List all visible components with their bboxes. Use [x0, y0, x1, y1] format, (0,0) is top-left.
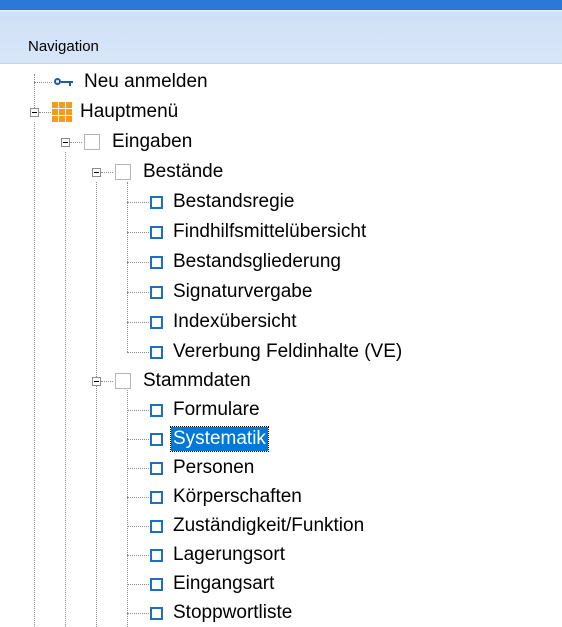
tree-line: [127, 202, 149, 203]
tree-item-lagerungsort[interactable]: Lagerungsort: [150, 541, 287, 569]
tree-item-stoppwortliste[interactable]: Stoppwortliste: [150, 599, 294, 627]
tree-line: [127, 497, 149, 498]
tree-item-label: Bestandsgliederung: [173, 251, 341, 272]
tree-item-label: Hauptmenü: [80, 101, 179, 122]
tree-item-eingangsart[interactable]: Eingangsart: [150, 570, 276, 598]
tree-item-vererbung-feldinhalte[interactable]: Vererbung Feldinhalte (VE): [150, 338, 404, 366]
collapse-toggle-bestaende[interactable]: [92, 168, 101, 177]
tree-item-signaturvergabe[interactable]: Signaturvergabe: [150, 278, 314, 306]
tree-line: [127, 390, 128, 627]
tree-line: [65, 152, 66, 627]
tree-item-label: Eingaben: [112, 131, 193, 152]
page-icon: [150, 195, 163, 209]
tree-item-neu-anmelden[interactable]: Neu anmelden: [54, 68, 210, 96]
tree-line: [101, 381, 113, 382]
tree-line: [39, 112, 51, 113]
page-icon: [150, 285, 163, 299]
tree-line: [70, 142, 82, 143]
tree-item-label: Körperschaften: [173, 486, 302, 507]
tree-item-label: Eingangsart: [173, 573, 275, 594]
tree-line: [127, 322, 149, 323]
page-icon: [150, 403, 163, 417]
tree-line: [127, 584, 149, 585]
tree-item-zustaendigkeit-funktion[interactable]: Zuständigkeit/Funktion: [150, 512, 366, 540]
tree-line: [127, 262, 149, 263]
tree-line: [127, 352, 149, 353]
tree-item-label: Lagerungsort: [173, 544, 285, 565]
tree-item-label: Findhilfsmittelübersicht: [173, 221, 367, 242]
folder-icon: [84, 134, 100, 150]
page-icon: [150, 461, 163, 475]
tree-line: [101, 172, 113, 173]
tree-line: [127, 410, 149, 411]
tree-line: [127, 526, 149, 527]
tree-item-bestaende[interactable]: Bestände: [115, 158, 225, 186]
panel-title: Navigation: [28, 38, 99, 55]
tree-item-label: Stoppwortliste: [173, 602, 293, 623]
tree-line: [34, 122, 35, 627]
tree-item-systematik[interactable]: Systematik: [150, 425, 269, 453]
page-icon: [150, 315, 163, 329]
tree-item-label: Signaturvergabe: [173, 281, 313, 302]
tree-item-findhilfsmitteluebersicht[interactable]: Findhilfsmittelübersicht: [150, 218, 368, 246]
tree-item-hauptmenue[interactable]: Hauptmenü: [52, 98, 180, 126]
tree-item-label: Bestandsregie: [173, 191, 295, 212]
tree-item-stammdaten[interactable]: Stammdaten: [115, 367, 253, 395]
tree-item-label: Neu anmelden: [84, 71, 208, 92]
key-icon: [54, 75, 76, 89]
tree-item-bestandsgliederung[interactable]: Bestandsgliederung: [150, 248, 343, 276]
folder-icon: [115, 373, 131, 389]
page-icon: [150, 606, 163, 620]
tree-item-eingaben[interactable]: Eingaben: [84, 128, 194, 156]
tree-item-personen[interactable]: Personen: [150, 454, 256, 482]
collapse-toggle-stammdaten[interactable]: [92, 377, 101, 386]
tree-item-label-selected: Systematik: [170, 426, 269, 452]
navigation-panel-header: Navigation: [0, 12, 562, 64]
navigation-tree[interactable]: Neu anmelden Hauptmenü Eingaben Bestände…: [0, 64, 562, 627]
page-icon: [150, 490, 163, 504]
tree-item-label: Stammdaten: [143, 370, 251, 391]
collapse-toggle-eingaben[interactable]: [61, 138, 70, 147]
tree-item-indexuebersicht[interactable]: Indexübersicht: [150, 308, 299, 336]
tree-line: [127, 292, 149, 293]
tree-line: [34, 82, 52, 83]
tree-line: [127, 555, 149, 556]
tree-item-label: Bestände: [143, 161, 224, 182]
tree-item-label: Personen: [173, 457, 255, 478]
page-icon: [150, 548, 163, 562]
tree-item-label: Indexübersicht: [173, 311, 297, 332]
tree-line: [96, 182, 97, 627]
page-icon: [150, 345, 163, 359]
tree-item-formulare[interactable]: Formulare: [150, 396, 262, 424]
page-icon: [150, 577, 163, 591]
window-title-bar: [0, 0, 562, 10]
page-icon: [150, 432, 163, 446]
tree-item-bestandsregie[interactable]: Bestandsregie: [150, 188, 296, 216]
page-icon: [150, 225, 163, 239]
grid-menu-icon: [52, 102, 72, 122]
tree-line: [127, 232, 149, 233]
collapse-toggle-hauptmenue[interactable]: [30, 108, 39, 117]
tree-item-label: Zuständigkeit/Funktion: [173, 515, 365, 536]
tree-item-label: Formulare: [173, 399, 260, 420]
page-icon: [150, 255, 163, 269]
tree-line: [127, 613, 149, 614]
tree-line: [127, 439, 149, 440]
tree-item-label: Vererbung Feldinhalte (VE): [173, 341, 403, 362]
page-icon: [150, 519, 163, 533]
folder-icon: [115, 164, 131, 180]
tree-line: [127, 182, 128, 352]
tree-item-koerperschaften[interactable]: Körperschaften: [150, 483, 304, 511]
tree-line: [127, 468, 149, 469]
